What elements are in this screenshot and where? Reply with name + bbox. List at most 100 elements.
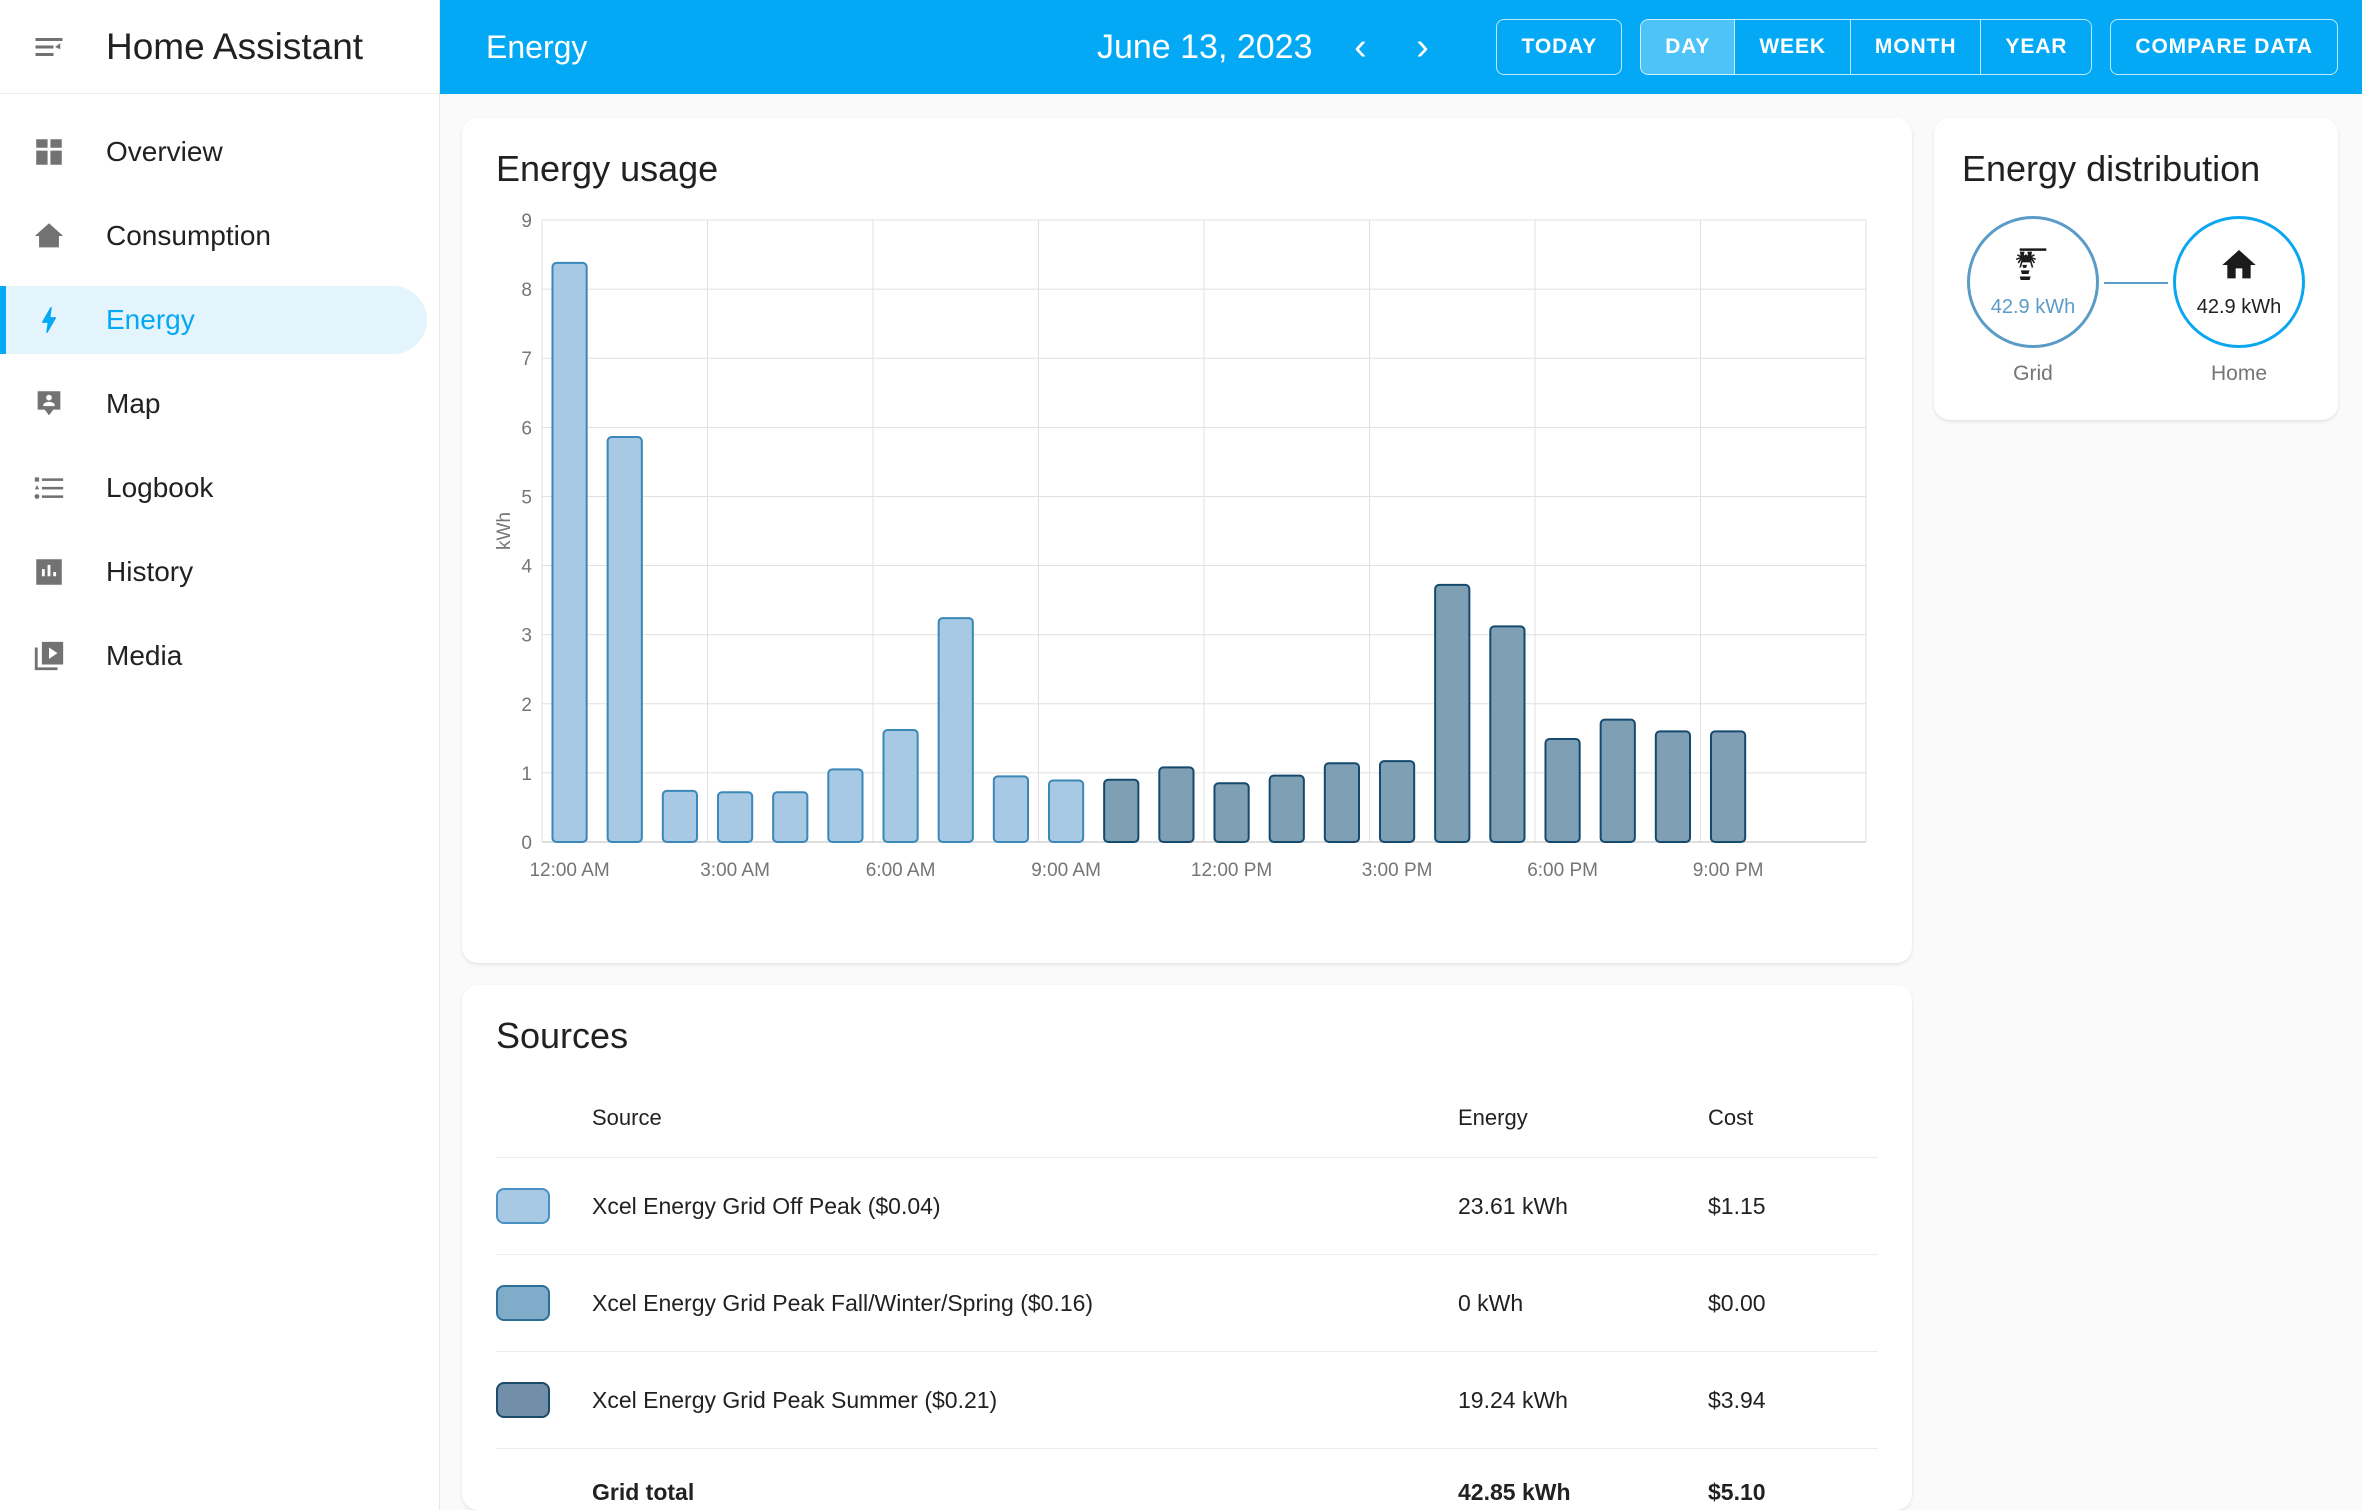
- bar-4-pm[interactable]: [1435, 585, 1469, 842]
- grid-total-row: Grid total42.85 kWh$5.10: [496, 1449, 1878, 1510]
- sidebar: Home Assistant Overview Consumption Ener…: [0, 0, 440, 1510]
- chevron-left-icon[interactable]: ‹: [1332, 19, 1388, 75]
- bar-4-am[interactable]: [773, 792, 807, 842]
- grid-node[interactable]: 42.9 kWh Grid: [1962, 216, 2104, 386]
- sources-title: Sources: [496, 1015, 1878, 1057]
- table-row: Xcel Energy Grid Off Peak ($0.04)23.61 k…: [496, 1158, 1878, 1255]
- home-lightning-bolt-icon: [22, 209, 76, 263]
- sidebar-item-label: Logbook: [106, 472, 213, 504]
- bar-5-am[interactable]: [828, 769, 862, 842]
- energy-distribution-card: Energy distribution 42.9 kWh: [1934, 118, 2338, 420]
- svg-text:12:00 AM: 12:00 AM: [529, 860, 609, 881]
- period-day-button[interactable]: DAY: [1640, 19, 1735, 75]
- sidebar-item-label: History: [106, 556, 193, 588]
- sidebar-header: Home Assistant: [0, 0, 439, 94]
- sidebar-item-label: Overview: [106, 136, 223, 168]
- content-area: Energy June 13, 2023 ‹ › TODAY DAY WEEK …: [440, 0, 2362, 1510]
- source-energy: 19.24 kWh: [1458, 1352, 1708, 1449]
- header-source: Source: [592, 1083, 1458, 1158]
- source-name: Xcel Energy Grid Peak Summer ($0.21): [592, 1352, 1458, 1449]
- bar-8-pm[interactable]: [1656, 731, 1690, 842]
- table-header-row: Source Energy Cost: [496, 1083, 1878, 1158]
- bar-12-am[interactable]: [552, 263, 586, 842]
- sidebar-item-energy[interactable]: Energy: [0, 286, 427, 354]
- sidebar-item-logbook[interactable]: Logbook: [0, 454, 427, 522]
- source-color-cell: [496, 1255, 592, 1352]
- sidebar-item-overview[interactable]: Overview: [0, 118, 427, 186]
- svg-text:6:00 PM: 6:00 PM: [1527, 860, 1598, 881]
- table-row: Xcel Energy Grid Peak Fall/Winter/Spring…: [496, 1255, 1878, 1352]
- energy-distribution-title: Energy distribution: [1962, 148, 2310, 190]
- svg-text:9:00 PM: 9:00 PM: [1693, 860, 1764, 881]
- lightning-bolt-icon: [22, 293, 76, 347]
- grid-value: 42.9 kWh: [1991, 296, 2075, 319]
- bar-2-am[interactable]: [663, 791, 697, 842]
- bar-1-pm[interactable]: [1270, 776, 1304, 842]
- home-label: Home: [2211, 362, 2267, 386]
- map-marker-account-icon: [22, 377, 76, 431]
- sidebar-item-media[interactable]: Media: [0, 622, 427, 690]
- bar-11-am[interactable]: [1159, 767, 1193, 842]
- energy-usage-card: Energy usage 0123456789kWh12:00 AM3:00 A…: [462, 118, 1912, 963]
- sidebar-item-label: Consumption: [106, 220, 271, 252]
- source-energy: 23.61 kWh: [1458, 1158, 1708, 1255]
- format-list-bulleted-icon: [22, 461, 76, 515]
- period-week-button[interactable]: WEEK: [1735, 19, 1851, 75]
- bar-6-am[interactable]: [883, 730, 917, 842]
- header-swatch: [496, 1083, 592, 1158]
- distribution-flow: 42.9 kWh Grid 42.9 kWh: [1962, 216, 2310, 386]
- bar-1-am[interactable]: [608, 437, 642, 842]
- period-selector: DAY WEEK MONTH YEAR: [1640, 19, 2092, 75]
- bar-10-am[interactable]: [1104, 780, 1138, 842]
- chart-box-icon: [22, 545, 76, 599]
- bar-9-am[interactable]: [1049, 780, 1083, 842]
- play-box-multiple-icon: [22, 629, 76, 683]
- sources-table-head: Source Energy Cost: [496, 1083, 1878, 1158]
- bar-chart-svg[interactable]: 0123456789kWh12:00 AM3:00 AM6:00 AM9:00 …: [496, 212, 1876, 902]
- main-content: Energy usage 0123456789kWh12:00 AM3:00 A…: [440, 94, 2362, 1510]
- page-title: Energy: [486, 29, 587, 66]
- source-energy: 0 kWh: [1458, 1255, 1708, 1352]
- sidebar-item-history[interactable]: History: [0, 538, 427, 606]
- chevron-right-icon[interactable]: ›: [1394, 19, 1450, 75]
- bar-9-pm[interactable]: [1711, 731, 1745, 842]
- home-circle[interactable]: 42.9 kWh: [2173, 216, 2305, 348]
- right-column: Energy distribution 42.9 kWh: [1934, 118, 2338, 1510]
- bar-12-pm[interactable]: [1214, 783, 1248, 842]
- svg-text:3:00 PM: 3:00 PM: [1362, 860, 1433, 881]
- bar-2-pm[interactable]: [1325, 763, 1359, 842]
- sidebar-nav: Overview Consumption Energy Map: [0, 94, 439, 690]
- svg-text:6:00 AM: 6:00 AM: [866, 860, 936, 881]
- grid-to-home-flow-line: [2104, 282, 2168, 284]
- bar-7-pm[interactable]: [1601, 720, 1635, 842]
- app-root: Home Assistant Overview Consumption Ener…: [0, 0, 2362, 1510]
- hamburger-collapse-icon[interactable]: [22, 20, 76, 74]
- bar-3-pm[interactable]: [1380, 761, 1414, 842]
- sidebar-item-consumption[interactable]: Consumption: [0, 202, 427, 270]
- grid-circle[interactable]: 42.9 kWh: [1967, 216, 2099, 348]
- grid-total-energy: 42.85 kWh: [1458, 1449, 1708, 1510]
- sources-table: Source Energy Cost Xcel Energy Grid Off …: [496, 1083, 1878, 1510]
- source-color-cell: [496, 1352, 592, 1449]
- bar-7-am[interactable]: [939, 618, 973, 842]
- svg-text:6: 6: [521, 418, 532, 439]
- energy-usage-chart[interactable]: 0123456789kWh12:00 AM3:00 AM6:00 AM9:00 …: [496, 212, 1878, 912]
- source-name: Xcel Energy Grid Off Peak ($0.04): [592, 1158, 1458, 1255]
- svg-text:9:00 AM: 9:00 AM: [1031, 860, 1101, 881]
- bar-5-pm[interactable]: [1490, 626, 1524, 842]
- svg-text:9: 9: [521, 212, 532, 232]
- home-node[interactable]: 42.9 kWh Home: [2168, 216, 2310, 386]
- view-dashboard-icon: [22, 125, 76, 179]
- today-button[interactable]: TODAY: [1496, 19, 1622, 75]
- period-year-button[interactable]: YEAR: [1981, 19, 2092, 75]
- source-color-swatch: [496, 1382, 550, 1418]
- period-month-button[interactable]: MONTH: [1851, 19, 1982, 75]
- bar-3-am[interactable]: [718, 792, 752, 842]
- sidebar-item-map[interactable]: Map: [0, 370, 427, 438]
- bar-8-am[interactable]: [994, 776, 1028, 842]
- svg-text:7: 7: [521, 349, 532, 370]
- sidebar-item-label: Media: [106, 640, 182, 672]
- sources-card: Sources Source Energy Cost Xcel Energy G…: [462, 985, 1912, 1510]
- bar-6-pm[interactable]: [1545, 739, 1579, 842]
- compare-data-button[interactable]: COMPARE DATA: [2110, 19, 2338, 75]
